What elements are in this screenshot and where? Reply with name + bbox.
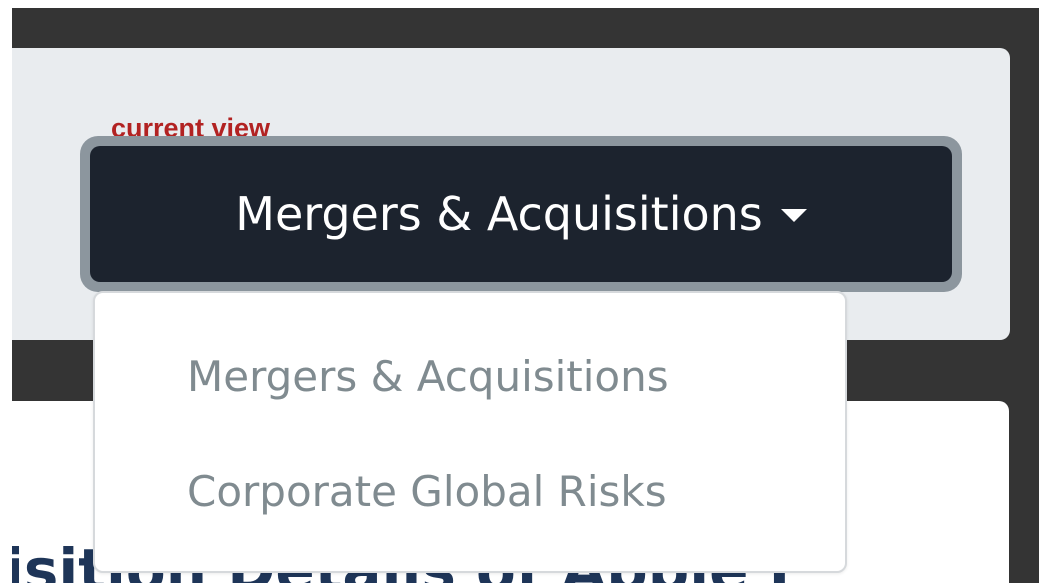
left-gutter	[0, 0, 12, 583]
caret-down-icon	[780, 208, 807, 222]
view-dropdown-button[interactable]: Mergers & Acquisitions	[80, 136, 962, 292]
selected-view-label: Mergers & Acquisitions	[235, 187, 763, 241]
dropdown-item-corporate-global-risks[interactable]: Corporate Global Risks	[187, 468, 747, 516]
view-dropdown-menu: Mergers & Acquisitions Corporate Global …	[93, 291, 847, 573]
app-background: current view Mergers & Acquisitions isit…	[0, 0, 1039, 583]
view-dropdown-button-inner[interactable]: Mergers & Acquisitions	[90, 146, 952, 282]
dropdown-item-mergers-acquisitions[interactable]: Mergers & Acquisitions	[187, 353, 747, 401]
